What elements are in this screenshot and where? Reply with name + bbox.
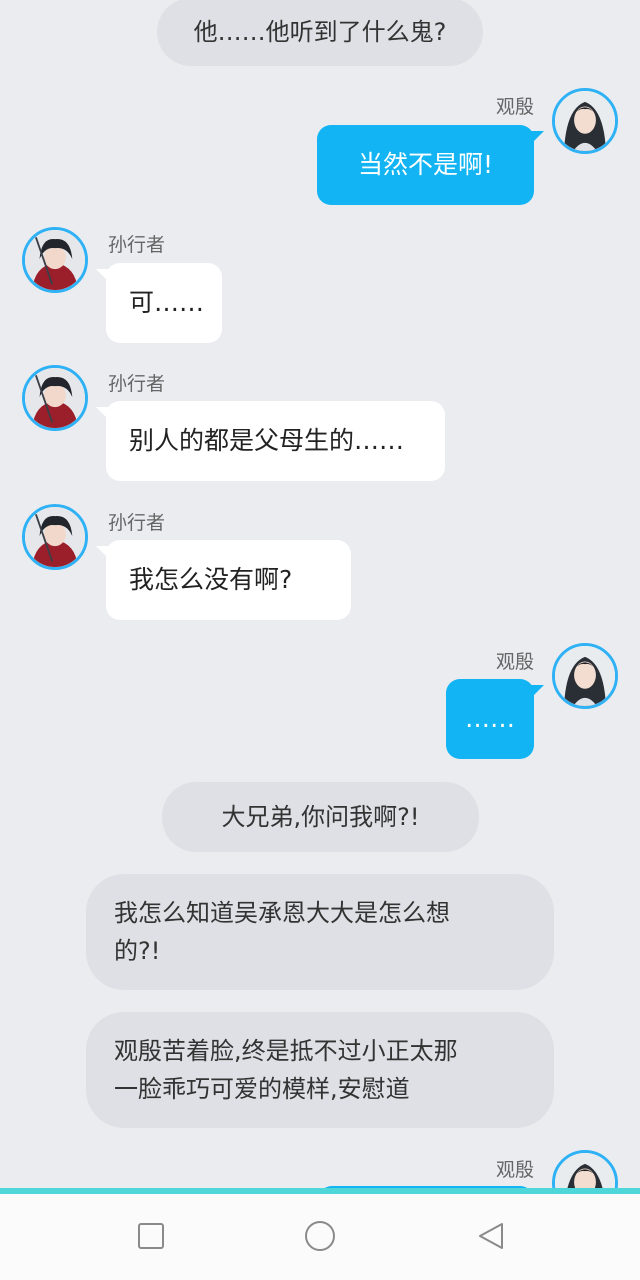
narration-line: 一脸乖巧可爱的模样,安慰道	[114, 1075, 410, 1103]
sender-avatar[interactable]	[552, 88, 618, 154]
square-icon	[138, 1223, 164, 1249]
message-text: 别人的都是父母生的……	[129, 426, 405, 455]
narration-text: 他……他听到了什么鬼?	[193, 18, 447, 46]
narration-bubble: 大兄弟,你问我啊?!	[162, 782, 479, 852]
sender-avatar[interactable]	[22, 504, 88, 570]
sender-name: 孙行者	[108, 373, 166, 395]
message-text: ……	[465, 704, 515, 733]
message-text: 当然不是啊!	[357, 150, 494, 179]
narration-line: 观殷苦着脸,终是抵不过小正太那	[114, 1037, 458, 1065]
narration-bubble: 我怎么知道吴承恩大大是怎么想 的?!	[86, 874, 554, 990]
message-text: 我怎么没有啊?	[129, 565, 293, 594]
sender-name: 观殷	[495, 651, 534, 673]
sender-avatar[interactable]	[552, 643, 618, 709]
long-haired-man-avatar-icon	[555, 646, 615, 706]
back-button[interactable]	[472, 1216, 512, 1256]
sender-name: 孙行者	[108, 512, 166, 534]
message-bubble[interactable]: 我怎么没有啊?	[96, 540, 351, 620]
narration-bubble: 观殷苦着脸,终是抵不过小正太那 一脸乖巧可爱的模样,安慰道	[86, 1012, 554, 1128]
message-bubble[interactable]: ……	[446, 679, 544, 759]
message-bubble[interactable]: 当然不是啊!	[317, 125, 544, 205]
narration-line: 我怎么知道吴承恩大大是怎么想	[114, 899, 450, 927]
message-bubble[interactable]: 别人的都是父母生的……	[96, 401, 445, 481]
sender-name: 观殷	[495, 1159, 534, 1181]
sender-name: 观殷	[495, 96, 534, 118]
navigation-bar	[0, 1194, 640, 1280]
long-haired-man-avatar-icon	[555, 1153, 615, 1188]
message-bubble[interactable]: 可……	[96, 263, 222, 343]
circle-icon	[305, 1221, 335, 1251]
dark-haired-boy-red-robe-avatar-icon	[25, 507, 85, 567]
sender-avatar[interactable]	[22, 227, 88, 293]
dark-haired-boy-red-robe-avatar-icon	[25, 368, 85, 428]
chat-scroll-area[interactable]: 他……他听到了什么鬼? 观殷 当然不是啊! 孙行者 可…… 孙行者 别人的都是父…	[0, 0, 640, 1188]
recent-apps-button[interactable]	[131, 1216, 171, 1256]
narration-bubble: 他……他听到了什么鬼?	[157, 0, 483, 66]
narration-text: 大兄弟,你问我啊?!	[221, 803, 420, 831]
message-text: 可……	[129, 288, 205, 317]
narration-line: 的?!	[114, 937, 161, 965]
sender-avatar[interactable]	[552, 1150, 618, 1188]
sender-avatar[interactable]	[22, 365, 88, 431]
dark-haired-boy-red-robe-avatar-icon	[25, 230, 85, 290]
sender-name: 孙行者	[108, 234, 166, 256]
home-button[interactable]	[300, 1216, 340, 1256]
back-triangle-icon	[479, 1223, 503, 1249]
long-haired-man-avatar-icon	[555, 91, 615, 151]
